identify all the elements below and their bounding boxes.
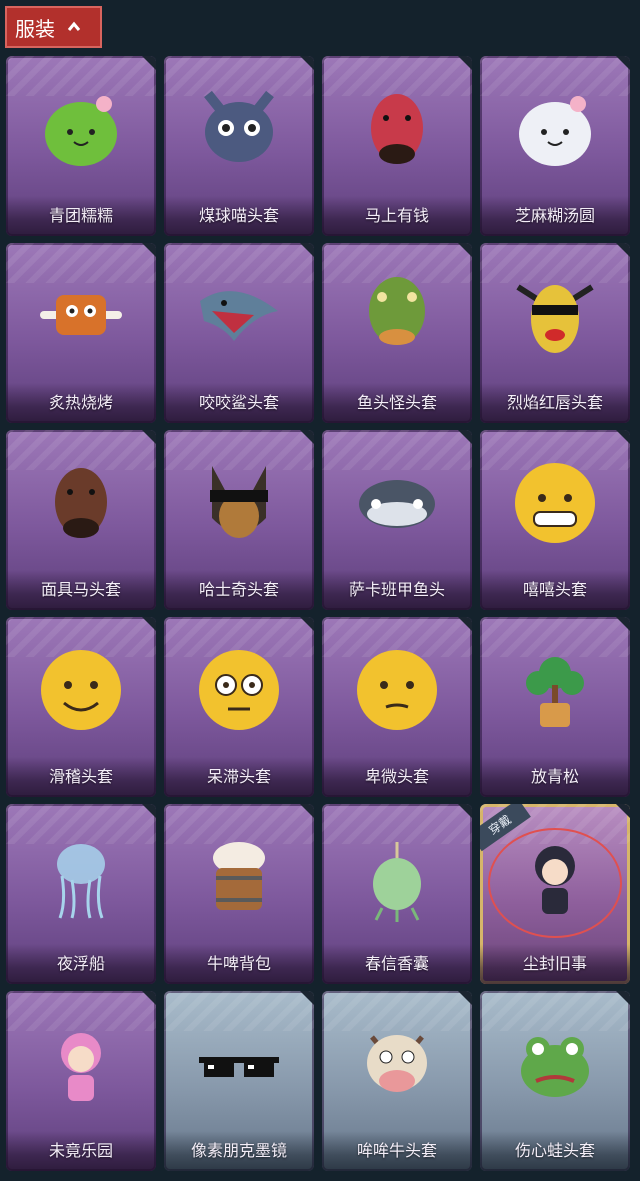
costume-name: 春信香囊 xyxy=(364,954,429,973)
costume-card[interactable]: 卑微头套 xyxy=(322,617,472,797)
costume-card[interactable]: 芝麻糊汤圆 xyxy=(480,56,630,236)
cow-head-icon xyxy=(352,1019,442,1109)
costume-card[interactable]: 烈焰红唇头套 xyxy=(480,243,630,423)
costume-card[interactable]: 哞哞牛头套 xyxy=(322,991,472,1171)
costume-card[interactable]: 炙热烧烤 xyxy=(6,243,156,423)
costume-tab-label: 服装 xyxy=(15,16,55,41)
sachet-icon xyxy=(352,832,442,922)
costume-card[interactable]: 嘻嘻头套 xyxy=(480,430,630,610)
frog-head-icon xyxy=(510,1019,600,1109)
costume-name: 滑稽头套 xyxy=(48,767,113,786)
card-corner-notch xyxy=(142,991,156,1005)
costume-card[interactable]: 牛啤背包 xyxy=(164,804,314,984)
costume-card[interactable]: 青团糯糯 xyxy=(6,56,156,236)
costume-card[interactable]: 滑稽头套 xyxy=(6,617,156,797)
jellyfish-icon xyxy=(36,832,126,922)
card-corner-notch xyxy=(458,804,472,818)
costume-name: 煤球喵头套 xyxy=(198,206,279,225)
costume-card[interactable]: 未竟乐园 xyxy=(6,991,156,1171)
card-corner-notch xyxy=(458,991,472,1005)
card-corner-notch xyxy=(616,430,630,444)
pine-tree-icon xyxy=(510,645,600,735)
card-corner-notch xyxy=(300,991,314,1005)
costume-card[interactable]: 春信香囊 xyxy=(322,804,472,984)
card-corner-notch xyxy=(616,56,630,70)
card-corner-notch xyxy=(300,617,314,631)
costume-name: 萨卡班甲鱼头 xyxy=(348,580,445,599)
costume-card[interactable]: 伤心蛙头套 xyxy=(480,991,630,1171)
card-corner-notch xyxy=(616,617,630,631)
card-corner-notch xyxy=(300,56,314,70)
card-corner-notch xyxy=(142,56,156,70)
card-corner-notch xyxy=(300,243,314,257)
card-corner-notch xyxy=(616,991,630,1005)
yellow-mask-icon xyxy=(510,271,600,361)
shark-head-icon xyxy=(194,271,284,361)
costume-card[interactable]: 像素朋克墨镜 xyxy=(164,991,314,1171)
card-corner-notch xyxy=(458,430,472,444)
costume-name: 青团糯糯 xyxy=(48,206,113,225)
cat-head-icon xyxy=(194,84,284,174)
card-corner-notch xyxy=(300,804,314,818)
costume-name: 未竟乐园 xyxy=(48,1141,113,1160)
costume-name: 炙热烧烤 xyxy=(48,393,113,412)
card-corner-notch xyxy=(616,804,630,818)
costume-name: 卑微头套 xyxy=(364,767,429,786)
costume-name: 夜浮船 xyxy=(56,954,105,973)
costume-card[interactable]: 穿戴 尘封旧事 xyxy=(480,804,630,984)
costume-card[interactable]: 哈士奇头套 xyxy=(164,430,314,610)
costume-card[interactable]: 呆滞头套 xyxy=(164,617,314,797)
horse-head-icon xyxy=(352,84,442,174)
card-corner-notch xyxy=(300,430,314,444)
husky-head-icon xyxy=(194,458,284,548)
costume-name: 伤心蛙头套 xyxy=(514,1141,595,1160)
costume-name: 嘻嘻头套 xyxy=(522,580,587,599)
costume-name: 哈士奇头套 xyxy=(198,580,279,599)
costume-name: 像素朋克墨镜 xyxy=(190,1141,287,1160)
costume-card[interactable]: 萨卡班甲鱼头 xyxy=(322,430,472,610)
costume-name: 鱼头怪头套 xyxy=(356,393,437,412)
green-dumpling-icon xyxy=(36,84,126,174)
costume-tab[interactable]: 服装 xyxy=(5,6,102,48)
costume-name: 牛啤背包 xyxy=(206,954,271,973)
humble-face-icon xyxy=(352,645,442,735)
fish-face-icon xyxy=(352,458,442,548)
costume-name: 马上有钱 xyxy=(364,206,429,225)
doll-charm-icon xyxy=(510,832,600,922)
costume-card[interactable]: 面具马头套 xyxy=(6,430,156,610)
costume-name: 咬咬鲨头套 xyxy=(198,393,279,412)
costume-card[interactable]: 鱼头怪头套 xyxy=(322,243,472,423)
stare-face-icon xyxy=(194,645,284,735)
costume-name: 烈焰红唇头套 xyxy=(506,393,603,412)
fairy-doll-icon xyxy=(36,1019,126,1109)
costume-card[interactable]: 咬咬鲨头套 xyxy=(164,243,314,423)
rice-ball-icon xyxy=(510,84,600,174)
card-corner-notch xyxy=(142,617,156,631)
grilled-meat-icon xyxy=(36,271,126,361)
horse-mask-icon xyxy=(36,458,126,548)
costume-card[interactable]: 放青松 xyxy=(480,617,630,797)
costume-card[interactable]: 煤球喵头套 xyxy=(164,56,314,236)
card-corner-notch xyxy=(142,804,156,818)
card-corner-notch xyxy=(142,430,156,444)
costume-name: 芝麻糊汤圆 xyxy=(514,206,595,225)
smirk-face-icon xyxy=(36,645,126,735)
costume-name: 哞哞牛头套 xyxy=(356,1141,437,1160)
beer-barrel-icon xyxy=(194,832,284,922)
card-corner-notch xyxy=(142,243,156,257)
costume-name: 放青松 xyxy=(530,767,579,786)
costume-name: 面具马头套 xyxy=(40,580,121,599)
card-corner-notch xyxy=(458,243,472,257)
chevron-up-icon xyxy=(67,21,81,31)
grin-face-icon xyxy=(510,458,600,548)
costume-card[interactable]: 夜浮船 xyxy=(6,804,156,984)
costume-name: 尘封旧事 xyxy=(522,954,587,973)
costume-name: 呆滞头套 xyxy=(206,767,271,786)
pixel-sunglasses-icon xyxy=(194,1019,284,1109)
card-corner-notch xyxy=(458,617,472,631)
card-corner-notch xyxy=(616,243,630,257)
card-corner-notch xyxy=(458,56,472,70)
costume-card[interactable]: 马上有钱 xyxy=(322,56,472,236)
fish-head-icon xyxy=(352,271,442,361)
